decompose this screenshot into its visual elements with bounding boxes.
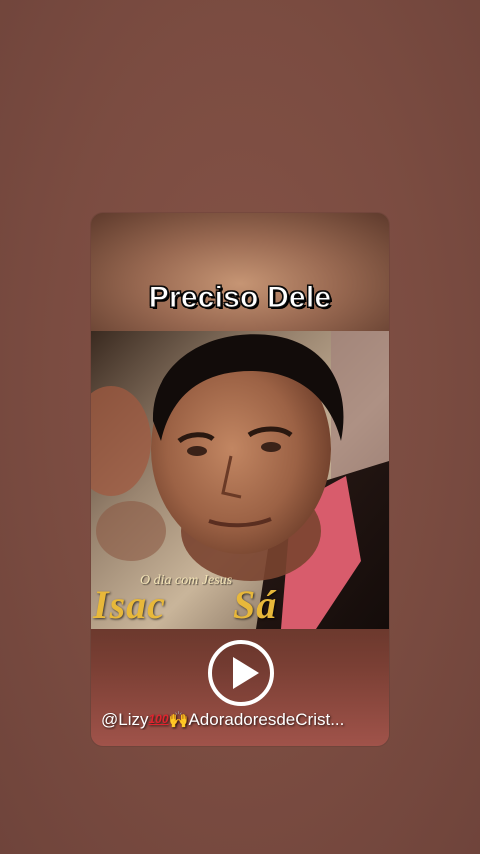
- play-icon: [233, 657, 259, 689]
- play-button[interactable]: [208, 640, 274, 706]
- album-cover: O dia com Jesus Isac Sá: [91, 331, 389, 629]
- raising-hands-icon: 🙌: [168, 712, 189, 729]
- song-title: Preciso Dele: [148, 281, 332, 315]
- video-card[interactable]: Preciso Dele O dia com Jesus Isac Sá @Li…: [91, 213, 389, 746]
- credit-channel: AdoradoresdeCrist...: [188, 710, 345, 729]
- credit-line[interactable]: @Lizy100🙌AdoradoresdeCrist...: [101, 710, 385, 730]
- credit-handle: @Lizy: [101, 710, 149, 729]
- album-artist-last-name: Sá: [233, 582, 278, 627]
- album-artist-first-name: Isac: [93, 582, 166, 627]
- hundred-points-icon: 100: [148, 712, 169, 726]
